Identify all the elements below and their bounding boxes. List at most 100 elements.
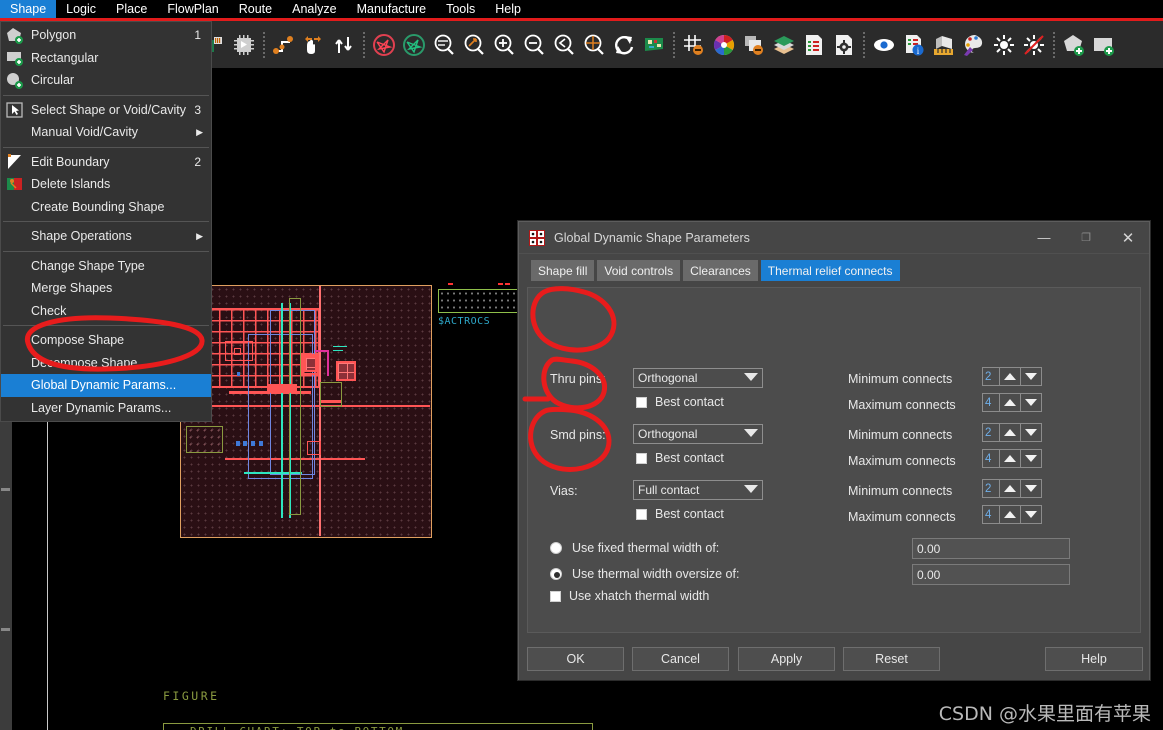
help-button[interactable]: Help bbox=[1045, 647, 1143, 671]
ic-swap-arrows-icon[interactable] bbox=[330, 30, 357, 60]
smd-pins-best-contact-row[interactable]: Best contact bbox=[636, 451, 724, 465]
pcb-board-artwork[interactable] bbox=[180, 285, 433, 539]
menu-item-analyze[interactable]: Analyze bbox=[282, 0, 346, 18]
vias-min-connects-stepper[interactable]: 2 bbox=[982, 479, 1042, 498]
ic-zoom-fit-icon[interactable] bbox=[430, 30, 457, 60]
fixed-thermal-width-row[interactable]: Use fixed thermal width of: bbox=[550, 541, 719, 555]
stepper-down-icon[interactable] bbox=[1021, 449, 1042, 468]
menu-option-shape-operations[interactable]: Shape Operations ▶ bbox=[1, 225, 211, 248]
thru-pins-min-connects-value[interactable]: 2 bbox=[982, 367, 1000, 386]
ic-zoom-previous-icon[interactable] bbox=[550, 30, 577, 60]
tab-thermal-relief-connects[interactable]: Thermal relief connects bbox=[760, 260, 900, 281]
vias-max-connects-value[interactable]: 4 bbox=[982, 505, 1000, 524]
menu-item-logic[interactable]: Logic bbox=[56, 0, 106, 18]
vias-best-contact-row[interactable]: Best contact bbox=[636, 507, 724, 521]
thru-pins-min-connects-stepper[interactable]: 2 bbox=[982, 367, 1042, 386]
fixed-thermal-width-radio[interactable] bbox=[550, 542, 562, 554]
stepper-down-icon[interactable] bbox=[1021, 505, 1042, 524]
ic-setup-gear-icon[interactable] bbox=[830, 30, 857, 60]
smd-pins-max-connects-value[interactable]: 4 bbox=[982, 449, 1000, 468]
ic-zoom-in-icon[interactable] bbox=[490, 30, 517, 60]
menu-option-edit-boundary[interactable]: Edit Boundary 2 bbox=[1, 151, 211, 174]
ic-add-rectangle-icon[interactable] bbox=[1090, 30, 1117, 60]
menu-item-help[interactable]: Help bbox=[485, 0, 531, 18]
stepper-down-icon[interactable] bbox=[1021, 367, 1042, 386]
xhatch-thermal-width-row[interactable]: Use xhatch thermal width bbox=[550, 589, 709, 603]
ic-highlight-on-icon[interactable] bbox=[990, 30, 1017, 60]
close-button[interactable]: ✕ bbox=[1107, 222, 1149, 253]
menu-option-circular[interactable]: Circular bbox=[1, 69, 211, 92]
stepper-up-icon[interactable] bbox=[1000, 505, 1021, 524]
menu-option-check[interactable]: Check bbox=[1, 300, 211, 323]
apply-button[interactable]: Apply bbox=[738, 647, 835, 671]
menu-item-shape[interactable]: Shape bbox=[0, 0, 57, 18]
smd-pins-connect-type-select[interactable]: Orthogonal bbox=[633, 424, 763, 444]
thru-pins-max-connects-stepper[interactable]: 4 bbox=[982, 393, 1042, 412]
ic-property-info-icon[interactable]: i bbox=[900, 30, 927, 60]
menu-option-polygon[interactable]: Polygon 1 bbox=[1, 24, 211, 47]
smd-pins-min-connects-value[interactable]: 2 bbox=[982, 423, 1000, 442]
smd-pins-best-contact-checkbox[interactable] bbox=[636, 452, 647, 464]
stepper-up-icon[interactable] bbox=[1000, 423, 1021, 442]
reset-button[interactable]: Reset bbox=[843, 647, 940, 671]
thru-pins-best-contact-row[interactable]: Best contact bbox=[636, 395, 724, 409]
tab-void-controls[interactable]: Void controls bbox=[597, 260, 681, 281]
menu-option-manual-void-cavity[interactable]: Manual Void/Cavity ▶ bbox=[1, 121, 211, 144]
stepper-up-icon[interactable] bbox=[1000, 479, 1021, 498]
vias-min-connects-value[interactable]: 2 bbox=[982, 479, 1000, 498]
ic-zoom-out-icon[interactable] bbox=[520, 30, 547, 60]
stepper-down-icon[interactable] bbox=[1021, 423, 1042, 442]
connector-footprint[interactable] bbox=[438, 289, 520, 313]
ic-palette-brush-icon[interactable] bbox=[960, 30, 987, 60]
tab-clearances[interactable]: Clearances bbox=[683, 260, 758, 281]
ic-zoom-points-icon[interactable] bbox=[460, 30, 487, 60]
vias-connect-type-select[interactable]: Full contact bbox=[633, 480, 763, 500]
ic-color-wheel-icon[interactable] bbox=[710, 30, 737, 60]
ic-ratsnest-red-icon[interactable] bbox=[370, 30, 397, 60]
stepper-down-icon[interactable] bbox=[1021, 479, 1042, 498]
stepper-down-icon[interactable] bbox=[1021, 393, 1042, 412]
menu-item-flowplan[interactable]: FlowPlan bbox=[157, 0, 228, 18]
fixed-thermal-width-input[interactable]: 0.00 bbox=[912, 538, 1070, 559]
menu-option-compose-shape[interactable]: Compose Shape bbox=[1, 329, 211, 352]
smd-pins-min-connects-stepper[interactable]: 2 bbox=[982, 423, 1042, 442]
menu-option-decompose-shape[interactable]: Decompose Shape bbox=[1, 352, 211, 375]
menu-item-tools[interactable]: Tools bbox=[436, 0, 485, 18]
ic-measure-3d-icon[interactable] bbox=[930, 30, 957, 60]
ic-move-hand-icon[interactable] bbox=[300, 30, 327, 60]
xhatch-thermal-width-checkbox[interactable] bbox=[550, 590, 561, 602]
dialog-title-bar[interactable]: Global Dynamic Shape Parameters — ❐ ✕ bbox=[519, 222, 1149, 254]
menu-item-route[interactable]: Route bbox=[229, 0, 282, 18]
smd-pins-max-connects-stepper[interactable]: 4 bbox=[982, 449, 1042, 468]
ic-chip-icon[interactable] bbox=[230, 30, 257, 60]
minimize-button[interactable]: — bbox=[1023, 222, 1065, 253]
menu-option-delete-islands[interactable]: Delete Islands bbox=[1, 173, 211, 196]
thru-pins-connect-type-select[interactable]: Orthogonal bbox=[633, 368, 763, 388]
ic-visibility-eye-icon[interactable] bbox=[870, 30, 897, 60]
ic-report-table-icon[interactable] bbox=[800, 30, 827, 60]
ic-highlight-off-icon[interactable] bbox=[1020, 30, 1047, 60]
vias-best-contact-checkbox[interactable] bbox=[636, 508, 647, 520]
ic-connect-line-icon[interactable] bbox=[270, 30, 297, 60]
stepper-up-icon[interactable] bbox=[1000, 449, 1021, 468]
oversize-thermal-width-row[interactable]: Use thermal width oversize of: bbox=[550, 567, 739, 581]
menu-option-select-shape-or-void-cavity[interactable]: Select Shape or Void/Cavity 3 bbox=[1, 99, 211, 122]
menu-option-layer-dynamic-params[interactable]: Layer Dynamic Params... bbox=[1, 397, 211, 420]
thru-pins-max-connects-value[interactable]: 4 bbox=[982, 393, 1000, 412]
thru-pins-best-contact-checkbox[interactable] bbox=[636, 396, 647, 408]
ic-ratsnest-green-icon[interactable] bbox=[400, 30, 427, 60]
menu-option-change-shape-type[interactable]: Change Shape Type bbox=[1, 255, 211, 278]
ic-layer-copy-icon[interactable] bbox=[740, 30, 767, 60]
stepper-up-icon[interactable] bbox=[1000, 367, 1021, 386]
ic-zoom-center-icon[interactable] bbox=[580, 30, 607, 60]
ok-button[interactable]: OK bbox=[527, 647, 624, 671]
ic-refresh-icon[interactable] bbox=[610, 30, 637, 60]
ic-grid-toggle-icon[interactable] bbox=[680, 30, 707, 60]
menu-option-rectangular[interactable]: Rectangular bbox=[1, 47, 211, 70]
ic-add-polygon-icon[interactable] bbox=[1060, 30, 1087, 60]
tab-shape-fill[interactable]: Shape fill bbox=[531, 260, 595, 281]
ic-board-green-icon[interactable] bbox=[640, 30, 667, 60]
oversize-thermal-width-radio[interactable] bbox=[550, 568, 562, 580]
ic-layers-stack-icon[interactable] bbox=[770, 30, 797, 60]
shape-menu-dropdown[interactable]: Polygon 1 Rectangular Circular Select Sh… bbox=[0, 21, 212, 422]
